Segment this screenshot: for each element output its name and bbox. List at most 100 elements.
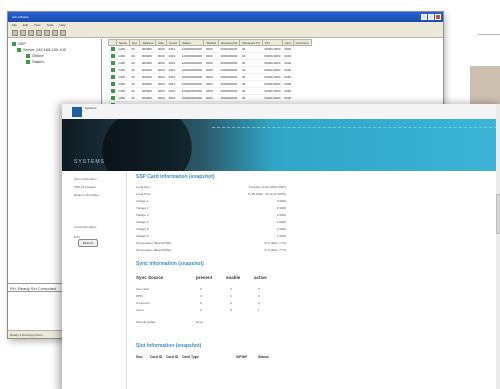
info-label: Temperature (Board/TDIE) (136, 248, 172, 252)
window-title: ssh software (12, 15, 29, 19)
table-cell: 0000 (203, 73, 219, 81)
table-cell: 0010 (166, 80, 180, 88)
device-icon-cell (108, 45, 117, 53)
toolbar-button[interactable] (12, 30, 18, 36)
nav-link[interactable]: Sync Information (74, 177, 97, 181)
menu-tools[interactable]: Tools (46, 23, 53, 27)
sync-flag: 0 (200, 294, 202, 298)
table-row[interactable]: GDD00000000000000101A0000000000000000000… (108, 73, 312, 81)
info-value: 3.3000 (276, 206, 286, 210)
device-icon (26, 53, 30, 58)
table-row[interactable]: GDD00000000000000101A0000000000000000000… (108, 87, 312, 95)
table-cell: 00000-0000 (262, 66, 283, 74)
tree-leaf[interactable]: Online (26, 53, 44, 58)
table-cell: 00000-0000 (262, 80, 283, 88)
table-cell: 00 (129, 52, 140, 60)
table-cell: 0000 (155, 59, 167, 67)
toolbar-button[interactable] (52, 30, 58, 36)
banner-graphic (91, 119, 203, 171)
toolbar-button[interactable] (60, 30, 66, 36)
table-cell: 000000 (139, 80, 156, 88)
tree-server[interactable]: Server 192.168.100.100 (17, 47, 66, 52)
device-icon (110, 95, 115, 100)
table-cell: 00 (129, 94, 140, 102)
device-icon (110, 60, 115, 65)
minimize-button[interactable] (421, 14, 427, 20)
table-cell: 0000000000 (218, 94, 240, 102)
section-title-card: SSP Card Information (snapshot) (136, 174, 215, 180)
logo-text: Systems (85, 106, 97, 110)
scrollbar-thumb[interactable] (496, 194, 500, 234)
toolbar-button[interactable] (20, 30, 26, 36)
table-cell: 00000-0000 (262, 45, 283, 53)
table-cell: 0010 (166, 66, 180, 74)
banner-word: SYSTEMS (74, 159, 105, 165)
info-label: Voltage 4 (136, 220, 149, 224)
refresh-button[interactable]: Refresh (78, 239, 98, 247)
table-cell: GDD (116, 87, 130, 95)
slot-header: Card ID (150, 355, 163, 359)
menu-help[interactable]: Help (59, 23, 65, 27)
slot-header: Card ID (166, 355, 179, 359)
table-cell: 0000000000 (218, 66, 240, 74)
sync-header: active (254, 275, 267, 280)
slot-header: S/PDIF (236, 355, 248, 359)
table-cell: 1A0000000000 (179, 94, 204, 102)
nav-link[interactable]: SSP Information (74, 185, 96, 189)
info-value: 2.5000 (276, 213, 286, 217)
sync-flag: 0 (230, 301, 232, 305)
device-icon (110, 74, 115, 79)
nav-link[interactable]: Region Information (74, 193, 99, 197)
info-value: 1.8000 (276, 220, 286, 224)
info-value: 47.5 (Max: 77.5) (264, 241, 286, 245)
device-icon (26, 59, 30, 64)
table-cell: 00 (239, 45, 263, 53)
toolbar-button[interactable] (44, 30, 50, 36)
table-cell: 000000 (139, 45, 156, 53)
tree-leaf[interactable]: Stated (26, 59, 44, 64)
column-header[interactable]: Comment (292, 39, 312, 46)
table-cell: 00 (239, 94, 263, 102)
toolbar-button[interactable] (36, 30, 42, 36)
menu-file[interactable]: File (12, 23, 17, 27)
table-row[interactable]: GDD00000000000000101A0000000000000000000… (108, 59, 312, 67)
banner-divider (212, 127, 497, 128)
table-cell: 0000 (203, 45, 219, 53)
maximize-button[interactable] (428, 14, 434, 20)
nav-link[interactable]: Card Information (74, 225, 96, 229)
table-cell: 0000 (203, 66, 219, 74)
info-value: 47.5 (Max: 77.5) (264, 248, 286, 252)
web-status-page: Systems SYSTEMS Sync Information SSP Inf… (62, 104, 500, 389)
toolbar-button[interactable] (28, 30, 34, 36)
table-cell: 00 (129, 87, 140, 95)
background-panel (470, 66, 500, 106)
table-cell: 0010 (166, 59, 180, 67)
table-cell: 00 (129, 66, 140, 74)
slot-header: Card Type (182, 355, 199, 359)
table-cell: GDD (116, 59, 130, 67)
table-row[interactable]: GDD00000000000000101A0000000000000000000… (108, 94, 312, 102)
table-cell: GDD (116, 45, 130, 53)
menu-view[interactable]: View (34, 23, 40, 27)
device-icon-cell (108, 66, 117, 74)
table-row[interactable]: GDD00000000000000101A0000000000000000000… (108, 80, 312, 88)
table-cell: 0000 (203, 87, 219, 95)
sync-flag: 0 (230, 294, 232, 298)
table-cell: 000000 (139, 94, 156, 102)
menu-edit[interactable]: Edit (23, 23, 28, 27)
table-cell: 0000 (282, 87, 294, 95)
device-icon-cell (108, 80, 117, 88)
side-nav: Sync Information SSP Information Region … (62, 171, 127, 389)
info-label: Temperature (Board/TDIE) (136, 241, 172, 245)
table-row[interactable]: GDD00000000000000101A0000000000000000000… (108, 52, 312, 60)
tree-root[interactable]: SSP (12, 41, 26, 46)
sync-source: Connector (136, 301, 150, 305)
table-cell: 1A0000000000 (179, 45, 204, 53)
vertical-scrollbar[interactable] (496, 104, 500, 389)
sync-flag: 0 (258, 287, 260, 291)
table-row[interactable]: GDD00000000000000101A0000000000000000000… (108, 66, 312, 74)
table-row[interactable]: GDD00000000000000101A0000000000000000000… (108, 45, 312, 53)
close-button[interactable] (435, 14, 441, 20)
table-cell: 0000 (155, 45, 167, 53)
title-bar: ssh software (8, 12, 443, 22)
